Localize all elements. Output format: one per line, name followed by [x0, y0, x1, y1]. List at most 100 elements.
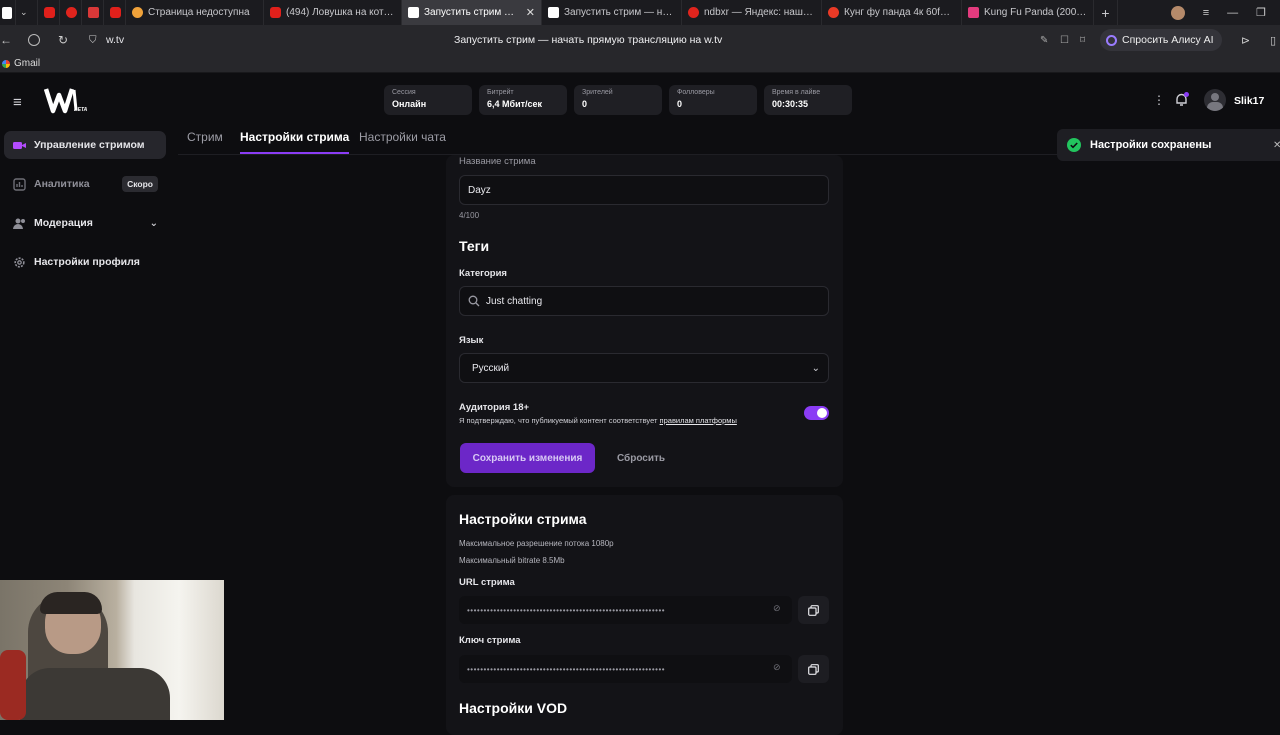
more-vertical-icon[interactable]: ⋮ [1153, 93, 1165, 107]
browser-tab-bar: ⌄ Страница недоступна (494) Ловушка на к… [0, 0, 1280, 25]
alert-icon [132, 7, 143, 18]
notifications-button[interactable] [1175, 92, 1189, 112]
language-select[interactable]: Русский ⌄ [459, 353, 829, 383]
eye-off-icon[interactable]: ⊘ [773, 603, 781, 614]
platform-rules-link[interactable]: правилам платформы [660, 416, 737, 425]
browser-tab-active[interactable]: Запустить стрим — на✕ [402, 0, 542, 25]
menu-icon[interactable]: ≡ [1203, 7, 1209, 19]
tab-stream[interactable]: Стрим [187, 130, 223, 154]
alice-icon [1106, 34, 1117, 46]
google-icon [2, 59, 10, 68]
stat-viewers: Зрителей 0 [574, 85, 662, 115]
tags-heading: Теги [459, 238, 490, 254]
profile-avatar-icon[interactable] [1170, 5, 1185, 20]
stream-title-label: Название стрима [459, 156, 536, 167]
stream-settings-heading: Настройки стрима [459, 511, 587, 527]
stat-live-time: Время в лайве 00:30:35 [764, 85, 852, 115]
minimize-icon[interactable]: — [1227, 7, 1238, 19]
yandex-icon [66, 7, 77, 18]
browser-tab[interactable]: Страница недоступна [126, 0, 264, 25]
browser-tab-pinned-2[interactable] [60, 0, 82, 25]
reload-icon[interactable]: ↻ [58, 33, 68, 47]
stream-url-input[interactable]: ••••••••••••••••••••••••••••••••••••••••… [459, 596, 792, 624]
youtube-icon [270, 7, 281, 18]
browser-menu-icon[interactable] [0, 0, 16, 25]
sidebar-toggle-icon[interactable]: ⊳ [1241, 34, 1250, 47]
reset-button[interactable]: Сбросить [604, 443, 678, 473]
max-bitrate-text: Максимальный bitrate 8.5Mb [459, 556, 565, 565]
sidebar-item-stream-management[interactable]: Управление стримом [4, 131, 166, 159]
analytics-icon [13, 177, 26, 191]
username[interactable]: Slik17 [1234, 95, 1264, 107]
wtv-icon [408, 7, 419, 18]
stat-session: Сессия Онлайн [384, 85, 472, 115]
bookmarks-bar: Gmail [0, 55, 1280, 73]
sidebar-item-analytics[interactable]: Аналитика Скоро [4, 170, 166, 198]
reader-icon[interactable]: ☐ [1060, 35, 1069, 46]
toggle-knob [817, 408, 827, 418]
play-icon [828, 7, 839, 18]
gear-icon [13, 256, 26, 269]
new-tab-button[interactable]: + [1094, 0, 1118, 25]
copy-key-button[interactable] [798, 655, 829, 683]
category-input[interactable]: Just chatting [459, 286, 829, 316]
webcam-overlay [0, 580, 224, 720]
extension-icon[interactable]: ✎ [1040, 35, 1048, 46]
mail-icon [88, 7, 99, 18]
max-resolution-text: Максимальное разрешение потока 1080p [459, 539, 614, 548]
panel-icon[interactable]: ▯ [1270, 34, 1276, 47]
shield-icon[interactable]: ⛉ [89, 35, 97, 46]
soon-badge: Скоро [122, 176, 158, 192]
stream-title-input[interactable]: Dayz [459, 175, 829, 205]
bookmark-icon[interactable]: ⌑ [1080, 35, 1085, 46]
webcam-hair [40, 592, 102, 614]
close-tab-icon[interactable]: ✕ [526, 6, 535, 19]
stream-key-label: Ключ стрима [459, 635, 521, 646]
wtv-logo[interactable]: BETA [43, 86, 90, 121]
kinopoisk-icon [968, 7, 979, 18]
youtube-icon [110, 7, 121, 18]
bookmark-gmail[interactable]: Gmail [14, 58, 40, 69]
close-toast-icon[interactable]: ✕ [1273, 140, 1280, 151]
sidebar-item-moderation[interactable]: Модерация ⌄ [4, 209, 166, 237]
toast-notification: Настройки сохранены ✕ [1057, 129, 1280, 161]
stat-bitrate: Битрейт 6,4 Мбит/сек [479, 85, 567, 115]
sidebar-item-profile-settings[interactable]: Настройки профиля [4, 248, 166, 276]
back-icon[interactable]: ← [0, 33, 12, 47]
copy-url-button[interactable] [798, 596, 829, 624]
copy-icon [808, 663, 819, 675]
tab-chat-settings[interactable]: Настройки чата [359, 130, 446, 154]
stream-url-label: URL стрима [459, 577, 515, 588]
users-icon [13, 217, 26, 230]
browser-tab-pinned-4[interactable] [104, 0, 126, 25]
ask-alice-button[interactable]: Спросить Алису AI [1100, 29, 1222, 51]
browser-tab-pinned-3[interactable] [82, 0, 104, 25]
info-icon[interactable] [28, 34, 40, 46]
audience-18-toggle[interactable] [804, 406, 829, 420]
save-changes-button[interactable]: Сохранить изменения [460, 443, 595, 473]
video-camera-icon [13, 139, 26, 152]
eye-off-icon[interactable]: ⊘ [773, 662, 781, 673]
stat-followers: Фолловеры 0 [669, 85, 757, 115]
notification-dot [1184, 92, 1189, 97]
language-label: Язык [459, 335, 484, 346]
vod-settings-heading: Настройки VOD [459, 700, 568, 716]
tabs-dropdown-icon[interactable]: ⌄ [16, 0, 38, 25]
webcam-chair [0, 650, 26, 720]
browser-tab-pinned-1[interactable] [38, 0, 60, 25]
browser-tab[interactable]: Кунг фу панда 4к 60fps — [822, 0, 962, 25]
tab-stream-settings[interactable]: Настройки стрима [240, 130, 350, 154]
user-avatar[interactable] [1204, 89, 1226, 111]
address-url[interactable]: w.tv [106, 34, 124, 46]
stream-key-input[interactable]: ••••••••••••••••••••••••••••••••••••••••… [459, 655, 792, 683]
browser-tab[interactable]: Kung Fu Panda (2008) [4k [962, 0, 1094, 25]
wtv-icon [548, 7, 559, 18]
copy-icon [808, 604, 819, 616]
hamburger-menu-icon[interactable]: ≡ [13, 94, 22, 111]
browser-tab[interactable]: ndbxr — Яндекс: нашлось [682, 0, 822, 25]
browser-tab[interactable]: Запустить стрим — начат [542, 0, 682, 25]
page-title: Запустить стрим — начать прямую трансляц… [454, 34, 723, 46]
chevron-down-icon: ⌄ [149, 217, 158, 229]
restore-icon[interactable]: ❐ [1256, 6, 1266, 19]
browser-tab[interactable]: (494) Ловушка на которую [264, 0, 402, 25]
